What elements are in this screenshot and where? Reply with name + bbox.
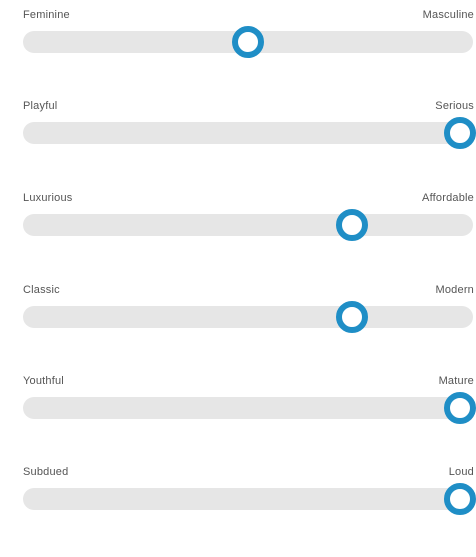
slider-right-label: Loud bbox=[448, 466, 474, 478]
slider-track[interactable] bbox=[23, 483, 476, 515]
slider-left-label: Classic bbox=[23, 284, 60, 296]
slider-handle[interactable] bbox=[443, 483, 476, 515]
slider-subdued-loud: Subdued Loud bbox=[0, 465, 476, 557]
slider-track[interactable] bbox=[23, 209, 473, 241]
slider-right-label: Mature bbox=[438, 375, 474, 387]
slider-playful-serious: Playful Serious bbox=[0, 99, 476, 191]
slider-handle[interactable] bbox=[335, 209, 368, 241]
slider-track[interactable] bbox=[23, 301, 473, 333]
slider-feminine-masculine: Feminine Masculine bbox=[0, 8, 476, 100]
slider-track[interactable] bbox=[23, 117, 476, 149]
slider-classic-modern: Classic Modern bbox=[0, 283, 476, 375]
slider-left-label: Luxurious bbox=[23, 192, 73, 204]
slider-right-label: Modern bbox=[435, 284, 474, 296]
slider-left-label: Youthful bbox=[23, 375, 64, 387]
slider-left-label: Feminine bbox=[23, 9, 70, 21]
slider-handle[interactable] bbox=[335, 301, 368, 333]
slider-handle[interactable] bbox=[443, 392, 476, 424]
slider-right-label: Serious bbox=[435, 100, 474, 112]
slider-left-label: Subdued bbox=[23, 466, 69, 478]
slider-luxurious-affordable: Luxurious Affordable bbox=[0, 191, 476, 283]
slider-youthful-mature: Youthful Mature bbox=[0, 374, 476, 466]
slider-right-label: Affordable bbox=[422, 192, 474, 204]
slider-right-label: Masculine bbox=[422, 9, 474, 21]
slider-track[interactable] bbox=[23, 392, 476, 424]
slider-handle[interactable] bbox=[443, 117, 476, 149]
slider-track[interactable] bbox=[23, 26, 473, 58]
slider-handle[interactable] bbox=[232, 26, 264, 58]
slider-left-label: Playful bbox=[23, 100, 58, 112]
